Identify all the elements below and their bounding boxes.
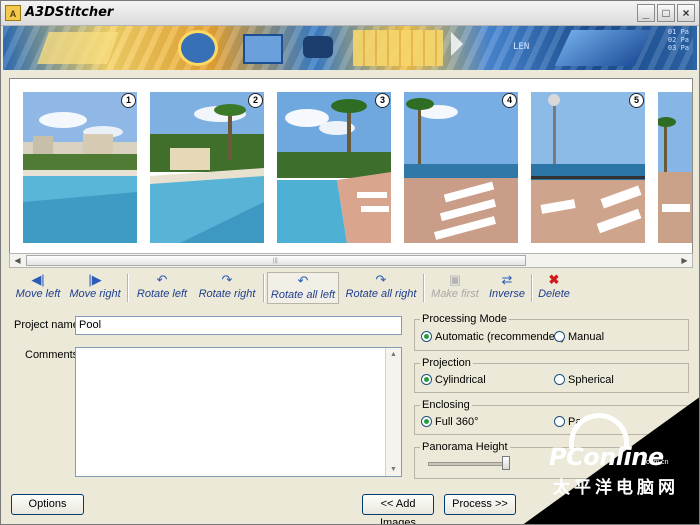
rotate-right-icon: ↷	[221, 272, 233, 287]
manual-radio[interactable]: Manual	[554, 331, 604, 343]
inverse-button[interactable]: ⇄ Inverse	[485, 272, 529, 304]
image-thumbnail-4[interactable]: 4	[404, 92, 518, 243]
image-number-badge: 3	[375, 93, 390, 108]
rotate-all-right-button[interactable]: ↷ Rotate all right	[343, 272, 419, 304]
image-thumbnail-2[interactable]: 2	[150, 92, 264, 243]
image-strip[interactable]: 1 2 3 4 5	[9, 78, 693, 254]
scroll-down-arrow-icon[interactable]: ▼	[386, 463, 401, 476]
lens-graphic	[178, 30, 218, 66]
panorama-height-title: Panorama Height	[420, 441, 510, 453]
scrollbar-thumb[interactable]: |||	[26, 255, 526, 266]
comments-scrollbar[interactable]: ▲ ▼	[385, 348, 401, 476]
scroll-up-arrow-icon[interactable]: ▲	[386, 348, 401, 361]
move-left-icon: ◀|	[31, 272, 45, 287]
processing-mode-group: Processing Mode Automatic (recommended) …	[414, 313, 689, 351]
delete-icon: ✖	[548, 272, 560, 287]
inverse-icon: ⇄	[501, 272, 513, 287]
pool-photo-6	[658, 92, 692, 243]
image-thumbnail-1[interactable]: 1	[23, 92, 137, 243]
processing-mode-title: Processing Mode	[420, 313, 509, 325]
cylindrical-radio[interactable]: Cylindrical	[421, 374, 486, 386]
maximize-button[interactable]: □	[657, 4, 675, 22]
projection-title: Projection	[420, 357, 473, 369]
panorama-height-slider-track[interactable]	[428, 462, 510, 466]
title-bar[interactable]: A A3DStitcher _ □ ×	[1, 1, 699, 26]
rotate-left-icon: ↶	[156, 272, 168, 287]
image-thumbnail-partial[interactable]	[658, 92, 692, 243]
move-left-button[interactable]: ◀| Move left	[13, 272, 63, 304]
close-button[interactable]: ×	[677, 4, 695, 22]
app-icon: A	[5, 5, 21, 21]
full-360-radio[interactable]: Full 360°	[421, 416, 479, 428]
header-banner: 01 Pa 02 Pa 03 Pa LEN	[3, 26, 697, 70]
move-right-icon: |▶	[88, 272, 102, 287]
scroll-right-arrow-icon[interactable]: ▶	[677, 254, 692, 267]
window-title: A3DStitcher	[25, 5, 114, 20]
image-thumbnail-5[interactable]: 5	[531, 92, 645, 243]
automatic-radio[interactable]: Automatic (recommended)	[421, 331, 565, 343]
pool-photo-2	[150, 92, 264, 243]
film-strip-graphic	[37, 32, 119, 64]
rotate-left-button[interactable]: ↶ Rotate left	[133, 272, 191, 304]
pool-photo-4	[404, 92, 518, 243]
rotate-all-left-icon: ↶	[297, 273, 309, 288]
pool-photo-5	[531, 92, 645, 243]
process-button[interactable]: Process >>	[444, 494, 516, 515]
options-button[interactable]: Options	[11, 494, 84, 515]
image-thumbnail-3[interactable]: 3	[277, 92, 391, 243]
image-number-badge: 1	[121, 93, 136, 108]
panorama-height-slider-thumb[interactable]	[502, 456, 510, 470]
banner-text: 01 Pa 02 Pa 03 Pa	[667, 28, 689, 52]
comments-textarea[interactable]: ▲ ▼	[75, 347, 402, 477]
spherical-radio[interactable]: Spherical	[554, 374, 614, 386]
arrow-graphic	[451, 32, 475, 56]
make-first-icon: ▣	[448, 272, 462, 287]
banner-lens-text: LEN	[513, 42, 530, 52]
project-name-input[interactable]: Pool	[75, 316, 402, 335]
enclosing-title: Enclosing	[420, 399, 472, 411]
watermark-chinese-text: 太平洋电脑网	[553, 478, 679, 498]
rotate-all-right-icon: ↷	[375, 272, 387, 287]
delete-button[interactable]: ✖ Delete	[535, 272, 573, 304]
image-number-badge: 4	[502, 93, 517, 108]
app-window: A A3DStitcher _ □ × 01 Pa 02 Pa 03 Pa LE…	[0, 0, 700, 525]
add-images-button[interactable]: << Add Images	[362, 494, 434, 524]
image-strip-scrollbar[interactable]: ◀ ||| ▶	[9, 253, 693, 268]
scroll-left-arrow-icon[interactable]: ◀	[10, 254, 25, 267]
rotate-all-left-button[interactable]: ↶ Rotate all left	[267, 272, 339, 304]
image-number-badge: 2	[248, 93, 263, 108]
pool-photo-1	[23, 92, 137, 243]
camera-graphic	[303, 36, 333, 58]
watermark-logo: PConline	[549, 443, 664, 471]
rotate-right-button[interactable]: ↷ Rotate right	[195, 272, 259, 304]
monitor-graphic	[243, 34, 283, 64]
move-right-button[interactable]: |▶ Move right	[67, 272, 123, 304]
projection-group: Projection Cylindrical Spherical	[414, 357, 689, 393]
minimize-button[interactable]: _	[637, 4, 655, 22]
image-number-badge: 5	[629, 93, 644, 108]
watermark-domain: .com.cn	[644, 459, 669, 466]
make-first-button[interactable]: ▣ Make first	[427, 272, 483, 304]
pool-photo-3	[277, 92, 391, 243]
image-toolbar: ◀| Move left |▶ Move right ↶ Rotate left…	[9, 272, 693, 304]
